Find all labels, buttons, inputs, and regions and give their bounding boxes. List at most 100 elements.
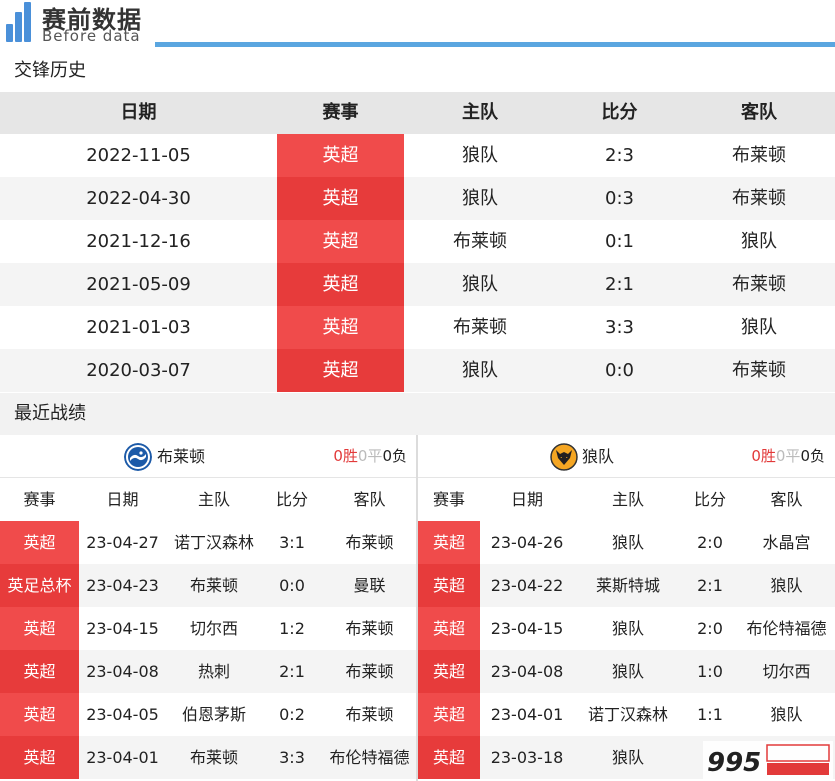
match-date: 23-03-18 [490, 748, 564, 767]
column-header-away: 客队 [770, 490, 803, 509]
match-score: 0:3 [605, 188, 634, 209]
team-name: 狼队 [582, 447, 615, 466]
away-team: 狼队 [741, 317, 777, 338]
record-win-label: 胜 [342, 447, 358, 465]
competition-badge: 英超 [0, 521, 79, 564]
h2h-table-header: 日期 赛事 主队 比分 客队 [0, 92, 835, 134]
home-team: 布莱顿 [453, 231, 507, 252]
competition-badge: 英超 [418, 736, 480, 779]
away-team: 狼队 [770, 576, 803, 595]
away-team: 布莱顿 [345, 662, 394, 681]
match-score: 2:0 [697, 619, 723, 638]
match-score: 1:0 [697, 662, 723, 681]
match-score: 2:1 [605, 274, 634, 295]
match-date: 23-04-05 [86, 705, 159, 724]
home-team: 狼队 [462, 145, 498, 166]
home-team: 布莱顿 [189, 748, 238, 767]
form-row: 英足总杯 23-04-23 布莱顿 0:0 曼联 [0, 564, 417, 607]
record-draws: 0 [775, 447, 786, 465]
h2h-row: 2021-05-09 英超 狼队 2:1 布莱顿 [0, 263, 835, 306]
competition-badge: 英超 [0, 736, 79, 779]
competition-badge: 英足总杯 [0, 564, 79, 607]
match-date: 23-04-01 [86, 748, 159, 767]
form-row: 英超 23-04-08 热刺 2:1 布莱顿 [0, 650, 417, 693]
away-team: 切尔西 [762, 662, 811, 681]
record-loss-label: 负 [391, 447, 407, 465]
page-header: 赛前数据 Before data [0, 0, 835, 50]
record-wins: 0 [333, 447, 343, 465]
h2h-row: 2022-04-30 英超 狼队 0:3 布莱顿 [0, 177, 835, 220]
away-team: 布莱顿 [345, 705, 394, 724]
competition-badge: 英超 [0, 650, 79, 693]
column-header-home: 主队 [462, 102, 498, 123]
away-team: 布伦特福德 [329, 748, 410, 767]
record-wins: 0 [751, 447, 761, 465]
home-team: 伯恩茅斯 [181, 705, 246, 724]
away-team: 布莱顿 [345, 533, 394, 552]
team-panel-brighton: 布莱顿 0胜0平0负 赛事 日期 主队 比分 客队 英超 23-04-27 诺丁汉森… [0, 435, 417, 781]
match-score: 3:3 [605, 317, 634, 338]
match-score: 1:2 [279, 619, 305, 638]
home-team: 狼队 [611, 748, 644, 767]
record-loss-label: 负 [809, 447, 825, 465]
competition-badge: 英超 [418, 693, 480, 736]
competition-badge: 英超 [277, 263, 404, 306]
match-date: 23-04-08 [86, 662, 159, 681]
match-date: 23-04-27 [86, 533, 159, 552]
home-team: 狼队 [611, 619, 644, 638]
column-header-score: 比分 [693, 490, 726, 509]
match-date: 2022-11-05 [86, 145, 191, 166]
record-draws: 0 [357, 447, 368, 465]
competition-badge: 英超 [277, 134, 404, 177]
match-date: 23-04-15 [490, 619, 564, 638]
column-header-home: 主队 [197, 490, 230, 509]
form-row: 英超 23-04-05 伯恩茅斯 0:2 布莱顿 [0, 693, 417, 736]
home-team: 狼队 [611, 533, 644, 552]
competition-badge: 英超 [277, 349, 404, 392]
record-win-label: 胜 [760, 447, 776, 465]
match-score: 2:3 [605, 145, 634, 166]
match-date: 2020-03-07 [86, 360, 191, 381]
match-score: 0:2 [279, 705, 305, 724]
match-date: 23-04-15 [86, 619, 159, 638]
column-header-competition: 赛事 [432, 490, 465, 509]
form-row: 英超 23-04-22 莱斯特城 2:1 狼队 [418, 564, 835, 607]
header-divider [155, 42, 835, 47]
recent-section-title: 最近战绩 [0, 393, 835, 435]
competition-badge: 英超 [0, 607, 79, 650]
match-score: 2:0 [697, 533, 723, 552]
match-score: 0:0 [279, 576, 305, 595]
home-team: 布莱顿 [189, 576, 238, 595]
team-panel-wolves: 狼队 0胜0平0负 赛事 日期 主队 比分 客队 英超 23-04-26 狼队 2:0… [418, 435, 835, 781]
column-header-date: 日期 [510, 490, 543, 509]
column-header-score: 比分 [275, 490, 308, 509]
form-row: 英超 23-04-01 诺丁汉森林 1:1 狼队 [418, 693, 835, 736]
match-date: 23-04-23 [86, 576, 159, 595]
record-losses: 0 [800, 447, 810, 465]
match-score: 2:1 [279, 662, 305, 681]
column-header-date: 日期 [120, 102, 157, 123]
form-table-header: 赛事 日期 主队 比分 客队 [418, 478, 835, 521]
column-header-score: 比分 [601, 102, 638, 123]
competition-badge: 英超 [418, 650, 480, 693]
form-row: 英超 23-04-15 切尔西 1:2 布莱顿 [0, 607, 417, 650]
form-row: 英超 23-04-01 布莱顿 3:3 布伦特福德 [0, 736, 417, 779]
competition-badge: 英超 [418, 564, 480, 607]
home-team: 狼队 [462, 274, 498, 295]
bar-chart-logo-icon [6, 2, 38, 42]
competition-badge: 英超 [277, 177, 404, 220]
form-row: 英超 23-04-08 狼队 1:0 切尔西 [418, 650, 835, 693]
h2h-row: 2022-11-05 英超 狼队 2:3 布莱顿 [0, 134, 835, 177]
home-team: 热刺 [197, 662, 230, 681]
match-date: 2021-05-09 [86, 274, 191, 295]
match-score: 3:1 [279, 533, 305, 552]
brighton-badge-icon [124, 443, 152, 471]
svg-text:995: 995 [707, 748, 761, 778]
header-subtitle: Before data [42, 27, 141, 45]
record-draw-label: 平 [367, 447, 383, 465]
match-score: 2:1 [697, 576, 723, 595]
record-losses: 0 [382, 447, 392, 465]
home-team: 诺丁汉森林 [587, 705, 668, 724]
away-team: 布莱顿 [732, 274, 786, 295]
column-header-home: 主队 [611, 490, 644, 509]
